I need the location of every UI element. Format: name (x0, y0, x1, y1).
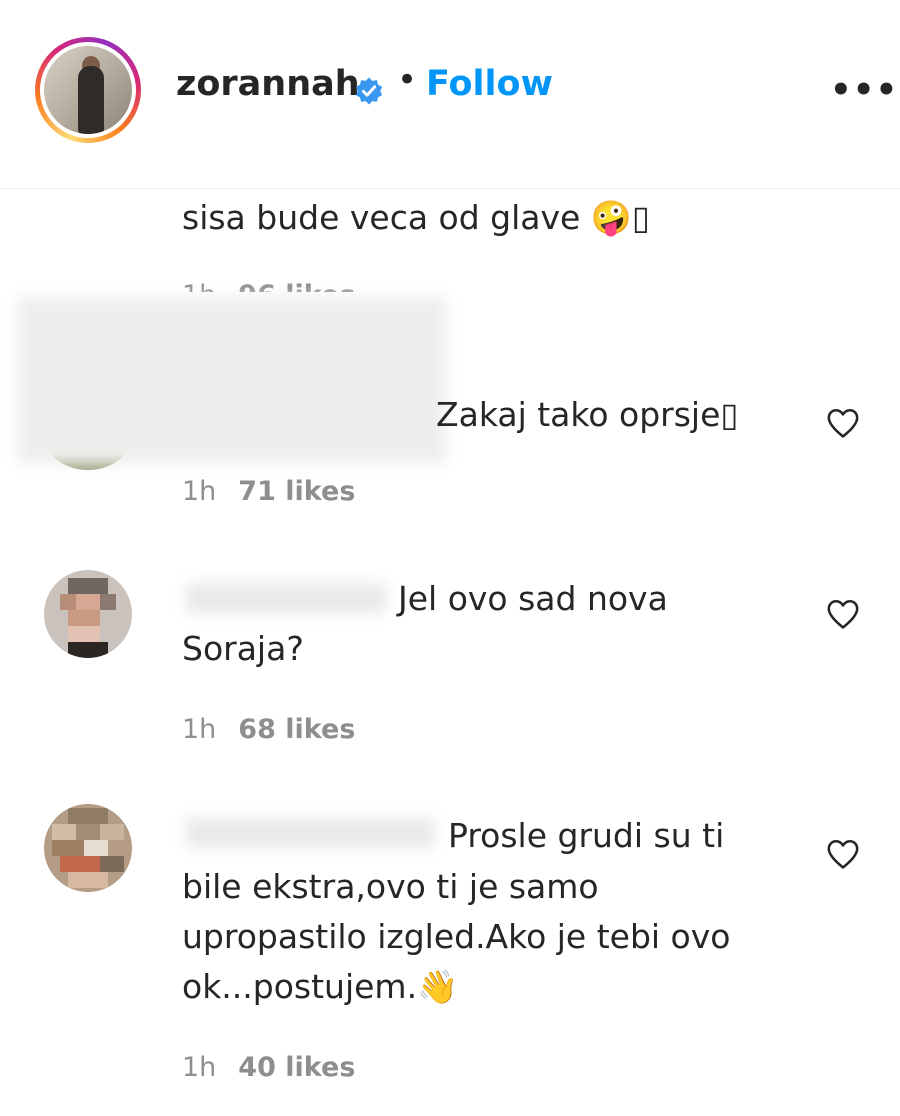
comment-text-line2: bile ekstra,ovo ti je samo (182, 867, 599, 906)
comment-likes[interactable]: 71 likes (238, 476, 355, 507)
comment-time[interactable]: 1h (182, 476, 216, 507)
comment-text-line1: Jel ovo sad nova (398, 579, 668, 618)
comment-text-line2: Soraja? (182, 629, 304, 668)
profile-avatar[interactable] (35, 37, 141, 143)
redacted-username (18, 296, 446, 464)
redacted-username (186, 583, 386, 613)
commenter-avatar[interactable] (44, 570, 132, 658)
comment-text: sisa bude veca od glave 🤪▯ (182, 198, 651, 237)
comment-time[interactable]: 1h (182, 1052, 216, 1083)
comment-likes[interactable]: 40 likes (238, 1052, 355, 1083)
comment-text: Zakaj tako oprsje▯ (436, 395, 739, 434)
post-header: zorannah • Follow ••• (0, 0, 900, 189)
comment-time[interactable]: 1h (182, 280, 216, 292)
redacted-username (186, 818, 434, 848)
comment-meta: 1h 68 likes (182, 714, 355, 745)
heart-icon[interactable] (826, 598, 860, 630)
comment-likes[interactable]: 68 likes (238, 714, 355, 745)
commenter-avatar[interactable] (44, 804, 132, 892)
more-options-icon[interactable]: ••• (830, 70, 898, 110)
heart-icon[interactable] (826, 838, 860, 870)
verified-badge-icon (355, 77, 383, 105)
comment-text-line1: Prosle grudi su ti (448, 816, 725, 855)
comment-meta: 1h 71 likes (182, 476, 355, 507)
comment-text-line3: upropastilo izgled.Ako je tebi ovo (182, 917, 731, 956)
separator-dot: • (397, 60, 418, 100)
comment-meta: 1h 96 likes (182, 280, 355, 292)
comment-text-line4: ok...postujem.👋 (182, 967, 459, 1006)
username-link[interactable]: zorannah (176, 64, 360, 104)
avatar-photo (44, 46, 132, 134)
heart-icon[interactable] (826, 407, 860, 439)
follow-button[interactable]: Follow (426, 64, 553, 104)
comment-meta: 1h 40 likes (182, 1052, 355, 1083)
comment-likes[interactable]: 96 likes (238, 280, 355, 292)
comment-time[interactable]: 1h (182, 714, 216, 745)
